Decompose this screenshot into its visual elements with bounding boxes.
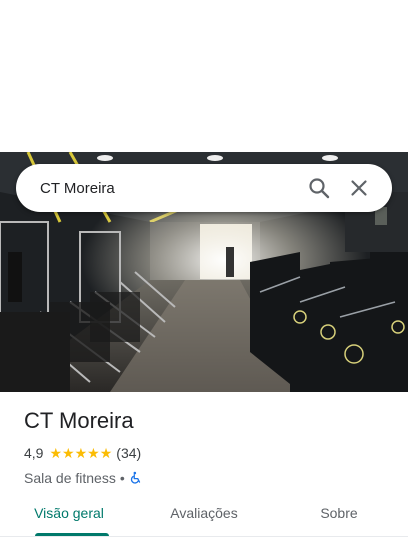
tab-about-label: Sobre	[320, 505, 358, 521]
search-input[interactable]: CT Moreira	[40, 180, 296, 197]
search-icon[interactable]	[302, 171, 336, 205]
tab-reviews[interactable]: Avaliações	[138, 494, 270, 536]
tab-about[interactable]: Sobre	[270, 494, 408, 536]
search-bar[interactable]: CT Moreira	[16, 164, 392, 212]
star-icon: ★	[74, 445, 88, 461]
star-icon: ★	[62, 445, 75, 461]
star-icon: ★	[49, 445, 63, 461]
place-tabs: Visão geral Avaliações Sobre	[0, 494, 408, 536]
place-info: CT Moreira 4,9 ★ ★ ★ ★ ★ (34) Sala de fi…	[24, 406, 392, 488]
tab-reviews-label: Avaliações	[170, 505, 238, 521]
star-rating: ★ ★ ★ ★ ★	[49, 446, 112, 460]
close-icon[interactable]	[342, 171, 376, 205]
rating-value: 4,9	[24, 445, 44, 461]
review-count[interactable]: (34)	[116, 445, 141, 461]
star-icon: ★	[99, 445, 113, 461]
category-row: Sala de fitness •	[24, 468, 392, 488]
tab-overview-label: Visão geral	[34, 505, 104, 521]
place-title: CT Moreira	[24, 408, 134, 433]
star-icon: ★	[87, 445, 100, 461]
wheelchair-icon	[129, 471, 143, 485]
place-category: Sala de fitness	[24, 470, 116, 486]
tabs-divider	[0, 536, 408, 537]
map-blank-area	[0, 0, 408, 152]
rating-row[interactable]: 4,9 ★ ★ ★ ★ ★ (34)	[24, 444, 392, 462]
tab-overview[interactable]: Visão geral	[0, 494, 138, 536]
separator-dot: •	[119, 470, 125, 486]
